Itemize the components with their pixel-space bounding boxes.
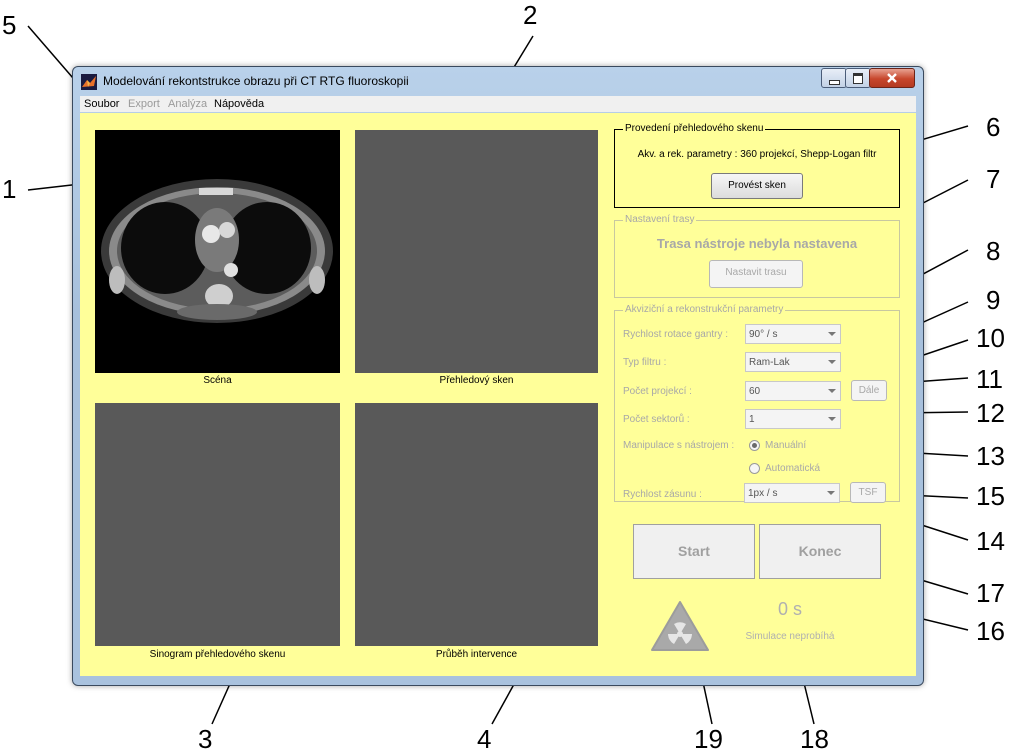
- callout-5: 5: [2, 10, 17, 40]
- manual-radio[interactable]: [749, 440, 760, 451]
- filter-type-select[interactable]: Ram-Lak: [745, 352, 841, 372]
- scan-info: Akv. a rek. parametry : 360 projekcí, Sh…: [637, 149, 877, 160]
- chevron-down-icon: [828, 417, 836, 421]
- menu-export[interactable]: Export: [128, 98, 160, 110]
- callout-9: 9: [986, 285, 1001, 315]
- sinogram-image: [95, 403, 340, 646]
- sinogram-caption: Sinogram přehledového skenu: [149, 649, 286, 660]
- gantry-speed-value: 90° / s: [749, 329, 778, 340]
- filter-type-label: Typ filtru :: [623, 357, 667, 368]
- callout-1: 1: [2, 174, 17, 204]
- set-path-button[interactable]: Nastavit trasu: [709, 260, 803, 288]
- params-group-legend: Akviziční a rekonstrukční parametry: [623, 304, 786, 315]
- filter-type-value: Ram-Lak: [749, 357, 790, 368]
- minimize-icon: [829, 80, 840, 85]
- projections-value: 60: [749, 386, 761, 397]
- chevron-down-icon: [827, 491, 835, 495]
- next-button[interactable]: Dále: [851, 380, 887, 401]
- minimize-button[interactable]: [821, 68, 847, 88]
- end-button[interactable]: Konec: [759, 524, 881, 579]
- retract-speed-select[interactable]: 1px / s: [744, 483, 840, 503]
- scene-image: [95, 130, 340, 373]
- path-status: Trasa nástroje nebyla nastavena: [656, 236, 858, 251]
- maximize-button[interactable]: [845, 68, 871, 88]
- chevron-down-icon: [828, 360, 836, 364]
- title-bar: Modelování rekontstrukce obrazu při CT R…: [73, 67, 923, 95]
- overview-caption: Přehledový sken: [439, 375, 514, 386]
- projections-select[interactable]: 60: [745, 381, 841, 401]
- callout-17: 17: [976, 578, 1005, 608]
- callout-15: 15: [976, 481, 1005, 511]
- scan-group: Provedení přehledového skenu Akv. a rek.…: [614, 123, 900, 208]
- callout-2: 2: [523, 0, 538, 30]
- run-scan-button[interactable]: Provést sken: [711, 173, 803, 199]
- tsf-button[interactable]: TSF: [850, 482, 886, 503]
- intervention-caption: Průběh intervence: [435, 649, 518, 660]
- window-title: Modelování rekontstrukce obrazu při CT R…: [103, 74, 409, 88]
- maximize-icon: [853, 73, 863, 84]
- callout-13: 13: [976, 441, 1005, 471]
- tool-manipulation-label: Manipulace s nástrojem :: [623, 440, 735, 451]
- params-group: Akviziční a rekonstrukční parametry Rych…: [614, 304, 900, 502]
- callout-6: 6: [986, 112, 1001, 142]
- path-group: Nastavení trasy Trasa nástroje nebyla na…: [614, 214, 900, 298]
- app-window: Modelování rekontstrukce obrazu při CT R…: [72, 66, 924, 686]
- callout-12: 12: [976, 398, 1005, 428]
- chevron-down-icon: [828, 389, 836, 393]
- menu-analysis[interactable]: Analýza: [168, 98, 207, 110]
- callout-3: 3: [198, 724, 213, 754]
- gantry-speed-select[interactable]: 90° / s: [745, 324, 841, 344]
- ct-scan-image: [101, 179, 333, 323]
- automatic-radio[interactable]: [749, 463, 760, 474]
- gantry-speed-label: Rychlost rotace gantry :: [623, 329, 729, 340]
- callout-14: 14: [976, 526, 1005, 556]
- callout-8: 8: [986, 236, 1001, 266]
- callout-7: 7: [986, 164, 1001, 194]
- callout-4: 4: [477, 724, 492, 754]
- start-button[interactable]: Start: [633, 524, 755, 579]
- timer-display: 0 s: [777, 599, 802, 619]
- callout-18: 18: [800, 724, 829, 754]
- app-icon: [81, 74, 97, 90]
- retract-speed-value: 1px / s: [748, 488, 778, 499]
- scan-group-legend: Provedení přehledového skenu: [623, 123, 766, 134]
- projections-label: Počet projekcí :: [623, 386, 692, 397]
- callout-16: 16: [976, 616, 1005, 646]
- intervention-image: [355, 403, 598, 646]
- close-icon: [887, 73, 897, 83]
- menu-bar: Soubor Export Analýza Nápověda: [80, 96, 916, 112]
- client-area: Scéna Přehledový sken Sinogram přehledov…: [80, 113, 916, 676]
- chevron-down-icon: [828, 332, 836, 336]
- scene-caption: Scéna: [203, 375, 232, 386]
- radiation-icon: [651, 601, 709, 651]
- sectors-label: Počet sektorů :: [623, 414, 690, 425]
- overview-scan-image: [355, 130, 598, 373]
- callout-10: 10: [976, 323, 1005, 353]
- simulation-status: Simulace neprobíhá: [745, 631, 835, 642]
- manual-radio-label[interactable]: Manuální: [765, 440, 806, 451]
- automatic-radio-label[interactable]: Automatická: [765, 463, 820, 474]
- callout-11: 11: [976, 364, 1003, 394]
- close-button[interactable]: [869, 68, 915, 88]
- retract-speed-label: Rychlost zásunu :: [623, 489, 702, 500]
- sectors-select[interactable]: 1: [745, 409, 841, 429]
- menu-file[interactable]: Soubor: [84, 98, 119, 110]
- sectors-value: 1: [749, 414, 755, 425]
- path-group-legend: Nastavení trasy: [623, 214, 697, 225]
- menu-help[interactable]: Nápověda: [214, 98, 264, 110]
- callout-19: 19: [694, 724, 723, 754]
